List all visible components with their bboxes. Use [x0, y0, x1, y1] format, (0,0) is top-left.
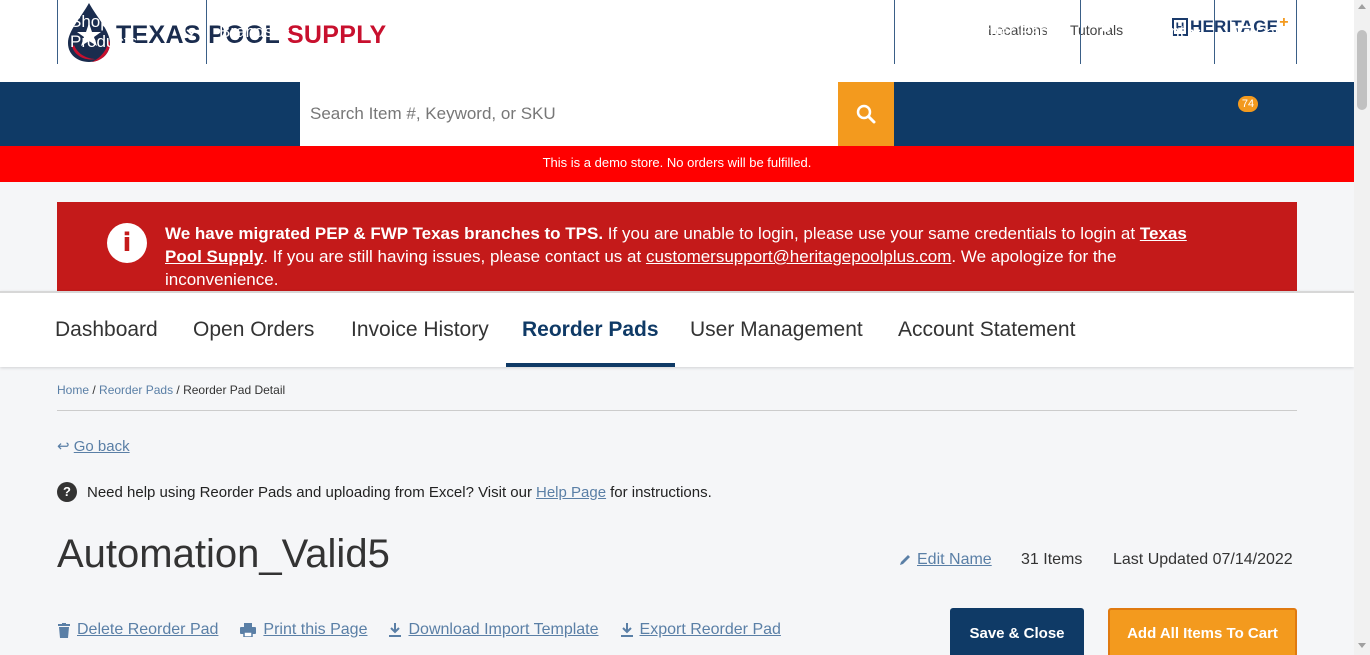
cart-label: Cart [1255, 23, 1284, 41]
shop-products-label: Shop Products [70, 12, 138, 51]
account-label: Account [1123, 22, 1185, 41]
download-icon [620, 623, 633, 637]
chevron-down-icon [186, 25, 197, 35]
page-scrollbar[interactable] [1354, 0, 1370, 655]
shop-products-menu[interactable]: Shop Products [57, 0, 207, 64]
delete-label: Delete Reorder Pad [77, 621, 219, 638]
chevron-down-icon [279, 25, 290, 35]
search-button[interactable] [838, 82, 894, 146]
brands-label: Brands [219, 22, 273, 41]
tab-invoice-history[interactable]: Invoice History [335, 293, 505, 367]
help-text-1: Need help using Reorder Pads and uploadi… [87, 483, 532, 501]
search-input[interactable] [300, 82, 838, 146]
account-tabs: Dashboard Open Orders Invoice History Re… [0, 291, 1354, 367]
add-all-to-cart-button[interactable]: Add All Items To Cart [1108, 608, 1297, 655]
info-icon: i [107, 223, 147, 263]
edit-name-link[interactable]: Edit Name [898, 551, 992, 569]
tab-reorder-pads[interactable]: Reorder Pads [506, 293, 675, 367]
pad-actions: Delete Reorder Pad Print this Page Downl… [58, 621, 803, 639]
quick-order-pad-label: Quick Order Pad [923, 22, 1050, 41]
tab-open-orders[interactable]: Open Orders [177, 293, 330, 367]
tab-user-management[interactable]: User Management [674, 293, 879, 367]
divider [57, 410, 1297, 411]
page: TEXAS POOL SUPPLY Locations Tutorials H … [0, 0, 1370, 655]
help-text-2: for instructions. [610, 483, 712, 501]
scroll-down-arrow-icon[interactable] [1358, 643, 1366, 648]
alert-bold-text: We have migrated PEP & FWP Texas branche… [165, 224, 604, 243]
download-label: Download Import Template [408, 621, 599, 638]
question-icon: ? [57, 482, 77, 502]
print-label: Print this Page [263, 621, 368, 638]
edit-name-label: Edit Name [917, 551, 992, 568]
breadcrumb: Home / Reorder Pads / Reorder Pad Detail [57, 383, 285, 397]
pencil-icon [900, 555, 910, 565]
cart-count-badge: 74 [1238, 96, 1258, 112]
tab-dashboard[interactable]: Dashboard [39, 293, 174, 367]
help-page-link[interactable]: Help Page [536, 484, 606, 501]
breadcrumb-current: Reorder Pad Detail [183, 383, 286, 397]
download-icon [389, 623, 402, 637]
alert-text-1: If you are unable to login, please use y… [603, 224, 1140, 243]
alert-text-2: . If you are still having issues, please… [263, 247, 646, 266]
search-icon [856, 104, 876, 124]
cart-icon [1229, 21, 1254, 43]
go-back-label: Go back [73, 438, 130, 455]
trash-icon [58, 622, 70, 638]
delete-reorder-pad-link[interactable]: Delete Reorder Pad [58, 621, 218, 639]
brands-menu[interactable]: Brands [206, 0, 300, 64]
search-box [300, 82, 838, 146]
last-updated: Last Updated 07/14/2022 [1113, 551, 1293, 568]
breadcrumb-reorder-pads[interactable]: Reorder Pads [99, 383, 173, 397]
breadcrumb-separator: / [173, 383, 184, 397]
alert-message: We have migrated PEP & FWP Texas branche… [165, 222, 1225, 291]
quick-order-pad-menu[interactable]: Quick Order Pad [894, 0, 1081, 64]
print-page-link[interactable]: Print this Page [240, 621, 367, 639]
save-close-button[interactable]: Save & Close [950, 608, 1084, 655]
tab-account-statement[interactable]: Account Statement [882, 293, 1091, 367]
cart-button[interactable]: Cart [1214, 0, 1297, 64]
user-icon [1098, 24, 1114, 40]
scroll-up-arrow-icon[interactable] [1358, 4, 1366, 9]
demo-store-banner: This is a demo store. No orders will be … [0, 146, 1354, 182]
migration-alert: i We have migrated PEP & FWP Texas branc… [57, 202, 1297, 291]
printer-icon [240, 623, 257, 637]
download-template-link[interactable]: Download Import Template [389, 621, 599, 639]
items-count: 31 Items [1021, 551, 1083, 568]
help-notice: ? Need help using Reorder Pads and uploa… [57, 482, 712, 502]
reorder-pad-title: Automation_Valid5 [57, 532, 390, 576]
breadcrumb-home[interactable]: Home [57, 383, 89, 397]
chevron-down-icon [1056, 25, 1067, 35]
back-arrow-icon: ↩ [57, 438, 70, 455]
export-reorder-pad-link[interactable]: Export Reorder Pad [620, 621, 781, 639]
account-menu[interactable]: Account [1080, 0, 1215, 64]
export-label: Export Reorder Pad [639, 621, 781, 638]
scroll-thumb[interactable] [1357, 30, 1367, 110]
breadcrumb-separator: / [89, 383, 100, 397]
go-back-link[interactable]: ↩ Go back [57, 437, 130, 455]
list-icon [907, 27, 917, 37]
support-email-link[interactable]: customersupport@heritagepoolplus.com [646, 247, 951, 266]
chevron-down-icon [1190, 25, 1201, 35]
